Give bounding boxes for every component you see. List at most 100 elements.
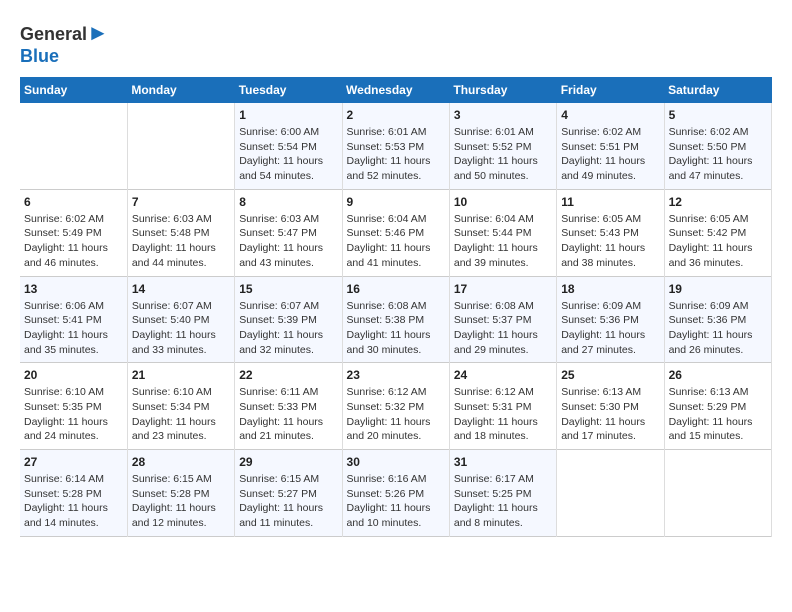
day-info: Sunrise: 6:08 AMSunset: 5:37 PMDaylight:… (454, 299, 552, 358)
day-number: 27 (24, 455, 123, 469)
calendar-day-cell: 5 Sunrise: 6:02 AMSunset: 5:50 PMDayligh… (664, 103, 771, 189)
day-number: 25 (561, 368, 659, 382)
calendar-day-cell: 30 Sunrise: 6:16 AMSunset: 5:26 PMDaylig… (342, 450, 449, 537)
day-number: 13 (24, 282, 123, 296)
calendar-day-cell (20, 103, 127, 189)
calendar-day-cell: 17 Sunrise: 6:08 AMSunset: 5:37 PMDaylig… (449, 276, 556, 363)
calendar-day-cell: 14 Sunrise: 6:07 AMSunset: 5:40 PMDaylig… (127, 276, 234, 363)
calendar-day-cell (557, 450, 664, 537)
day-number: 28 (132, 455, 230, 469)
day-info: Sunrise: 6:17 AMSunset: 5:25 PMDaylight:… (454, 472, 552, 531)
day-info: Sunrise: 6:08 AMSunset: 5:38 PMDaylight:… (347, 299, 445, 358)
calendar-table: SundayMondayTuesdayWednesdayThursdayFrid… (20, 77, 772, 537)
calendar-day-cell: 4 Sunrise: 6:02 AMSunset: 5:51 PMDayligh… (557, 103, 664, 189)
day-info: Sunrise: 6:06 AMSunset: 5:41 PMDaylight:… (24, 299, 123, 358)
day-info: Sunrise: 6:02 AMSunset: 5:51 PMDaylight:… (561, 125, 659, 184)
day-number: 18 (561, 282, 659, 296)
calendar-day-cell: 21 Sunrise: 6:10 AMSunset: 5:34 PMDaylig… (127, 363, 234, 450)
calendar-day-header: Thursday (449, 77, 556, 103)
day-number: 9 (347, 195, 445, 209)
calendar-day-header: Friday (557, 77, 664, 103)
page-header: General► Blue (20, 20, 772, 67)
logo: General► Blue (20, 20, 109, 67)
day-number: 2 (347, 108, 445, 122)
day-number: 29 (239, 455, 337, 469)
day-number: 23 (347, 368, 445, 382)
calendar-day-cell: 3 Sunrise: 6:01 AMSunset: 5:52 PMDayligh… (449, 103, 556, 189)
day-number: 26 (669, 368, 767, 382)
day-number: 15 (239, 282, 337, 296)
day-number: 4 (561, 108, 659, 122)
day-number: 21 (132, 368, 230, 382)
day-info: Sunrise: 6:03 AMSunset: 5:47 PMDaylight:… (239, 212, 337, 271)
logo-blue: Blue (20, 46, 109, 67)
calendar-day-header: Sunday (20, 77, 127, 103)
calendar-day-cell: 24 Sunrise: 6:12 AMSunset: 5:31 PMDaylig… (449, 363, 556, 450)
day-number: 31 (454, 455, 552, 469)
day-info: Sunrise: 6:12 AMSunset: 5:32 PMDaylight:… (347, 385, 445, 444)
day-number: 7 (132, 195, 230, 209)
calendar-day-cell: 9 Sunrise: 6:04 AMSunset: 5:46 PMDayligh… (342, 189, 449, 276)
calendar-day-cell: 15 Sunrise: 6:07 AMSunset: 5:39 PMDaylig… (235, 276, 342, 363)
calendar-day-cell: 22 Sunrise: 6:11 AMSunset: 5:33 PMDaylig… (235, 363, 342, 450)
calendar-day-cell: 25 Sunrise: 6:13 AMSunset: 5:30 PMDaylig… (557, 363, 664, 450)
day-info: Sunrise: 6:09 AMSunset: 5:36 PMDaylight:… (669, 299, 767, 358)
calendar-day-cell: 28 Sunrise: 6:15 AMSunset: 5:28 PMDaylig… (127, 450, 234, 537)
day-info: Sunrise: 6:13 AMSunset: 5:29 PMDaylight:… (669, 385, 767, 444)
calendar-day-cell: 13 Sunrise: 6:06 AMSunset: 5:41 PMDaylig… (20, 276, 127, 363)
day-info: Sunrise: 6:11 AMSunset: 5:33 PMDaylight:… (239, 385, 337, 444)
calendar-day-cell: 11 Sunrise: 6:05 AMSunset: 5:43 PMDaylig… (557, 189, 664, 276)
calendar-day-cell: 6 Sunrise: 6:02 AMSunset: 5:49 PMDayligh… (20, 189, 127, 276)
day-number: 11 (561, 195, 659, 209)
day-number: 30 (347, 455, 445, 469)
calendar-week-row: 27 Sunrise: 6:14 AMSunset: 5:28 PMDaylig… (20, 450, 772, 537)
day-number: 16 (347, 282, 445, 296)
day-info: Sunrise: 6:10 AMSunset: 5:35 PMDaylight:… (24, 385, 123, 444)
day-info: Sunrise: 6:10 AMSunset: 5:34 PMDaylight:… (132, 385, 230, 444)
calendar-week-row: 1 Sunrise: 6:00 AMSunset: 5:54 PMDayligh… (20, 103, 772, 189)
calendar-week-row: 6 Sunrise: 6:02 AMSunset: 5:49 PMDayligh… (20, 189, 772, 276)
day-number: 8 (239, 195, 337, 209)
calendar-day-cell: 19 Sunrise: 6:09 AMSunset: 5:36 PMDaylig… (664, 276, 771, 363)
calendar-day-header: Saturday (664, 77, 771, 103)
calendar-day-cell (664, 450, 771, 537)
day-info: Sunrise: 6:07 AMSunset: 5:40 PMDaylight:… (132, 299, 230, 358)
calendar-day-cell: 31 Sunrise: 6:17 AMSunset: 5:25 PMDaylig… (449, 450, 556, 537)
day-info: Sunrise: 6:05 AMSunset: 5:42 PMDaylight:… (669, 212, 767, 271)
day-number: 5 (669, 108, 767, 122)
day-number: 19 (669, 282, 767, 296)
calendar-day-cell: 27 Sunrise: 6:14 AMSunset: 5:28 PMDaylig… (20, 450, 127, 537)
calendar-week-row: 13 Sunrise: 6:06 AMSunset: 5:41 PMDaylig… (20, 276, 772, 363)
calendar-day-cell: 7 Sunrise: 6:03 AMSunset: 5:48 PMDayligh… (127, 189, 234, 276)
day-info: Sunrise: 6:04 AMSunset: 5:46 PMDaylight:… (347, 212, 445, 271)
day-info: Sunrise: 6:01 AMSunset: 5:52 PMDaylight:… (454, 125, 552, 184)
day-info: Sunrise: 6:01 AMSunset: 5:53 PMDaylight:… (347, 125, 445, 184)
calendar-day-header: Wednesday (342, 77, 449, 103)
day-info: Sunrise: 6:16 AMSunset: 5:26 PMDaylight:… (347, 472, 445, 531)
calendar-week-row: 20 Sunrise: 6:10 AMSunset: 5:35 PMDaylig… (20, 363, 772, 450)
day-info: Sunrise: 6:15 AMSunset: 5:28 PMDaylight:… (132, 472, 230, 531)
day-info: Sunrise: 6:02 AMSunset: 5:49 PMDaylight:… (24, 212, 123, 271)
day-info: Sunrise: 6:00 AMSunset: 5:54 PMDaylight:… (239, 125, 337, 184)
calendar-day-cell: 16 Sunrise: 6:08 AMSunset: 5:38 PMDaylig… (342, 276, 449, 363)
calendar-day-cell: 23 Sunrise: 6:12 AMSunset: 5:32 PMDaylig… (342, 363, 449, 450)
day-info: Sunrise: 6:05 AMSunset: 5:43 PMDaylight:… (561, 212, 659, 271)
calendar-header-row: SundayMondayTuesdayWednesdayThursdayFrid… (20, 77, 772, 103)
day-number: 24 (454, 368, 552, 382)
calendar-day-cell: 20 Sunrise: 6:10 AMSunset: 5:35 PMDaylig… (20, 363, 127, 450)
calendar-day-cell: 18 Sunrise: 6:09 AMSunset: 5:36 PMDaylig… (557, 276, 664, 363)
logo-general: General► (20, 20, 109, 46)
day-number: 22 (239, 368, 337, 382)
day-info: Sunrise: 6:02 AMSunset: 5:50 PMDaylight:… (669, 125, 767, 184)
day-number: 10 (454, 195, 552, 209)
calendar-day-cell: 26 Sunrise: 6:13 AMSunset: 5:29 PMDaylig… (664, 363, 771, 450)
calendar-day-header: Tuesday (235, 77, 342, 103)
day-info: Sunrise: 6:07 AMSunset: 5:39 PMDaylight:… (239, 299, 337, 358)
calendar-day-cell: 10 Sunrise: 6:04 AMSunset: 5:44 PMDaylig… (449, 189, 556, 276)
day-info: Sunrise: 6:13 AMSunset: 5:30 PMDaylight:… (561, 385, 659, 444)
day-number: 17 (454, 282, 552, 296)
calendar-day-cell: 12 Sunrise: 6:05 AMSunset: 5:42 PMDaylig… (664, 189, 771, 276)
calendar-day-cell (127, 103, 234, 189)
day-info: Sunrise: 6:09 AMSunset: 5:36 PMDaylight:… (561, 299, 659, 358)
day-number: 3 (454, 108, 552, 122)
